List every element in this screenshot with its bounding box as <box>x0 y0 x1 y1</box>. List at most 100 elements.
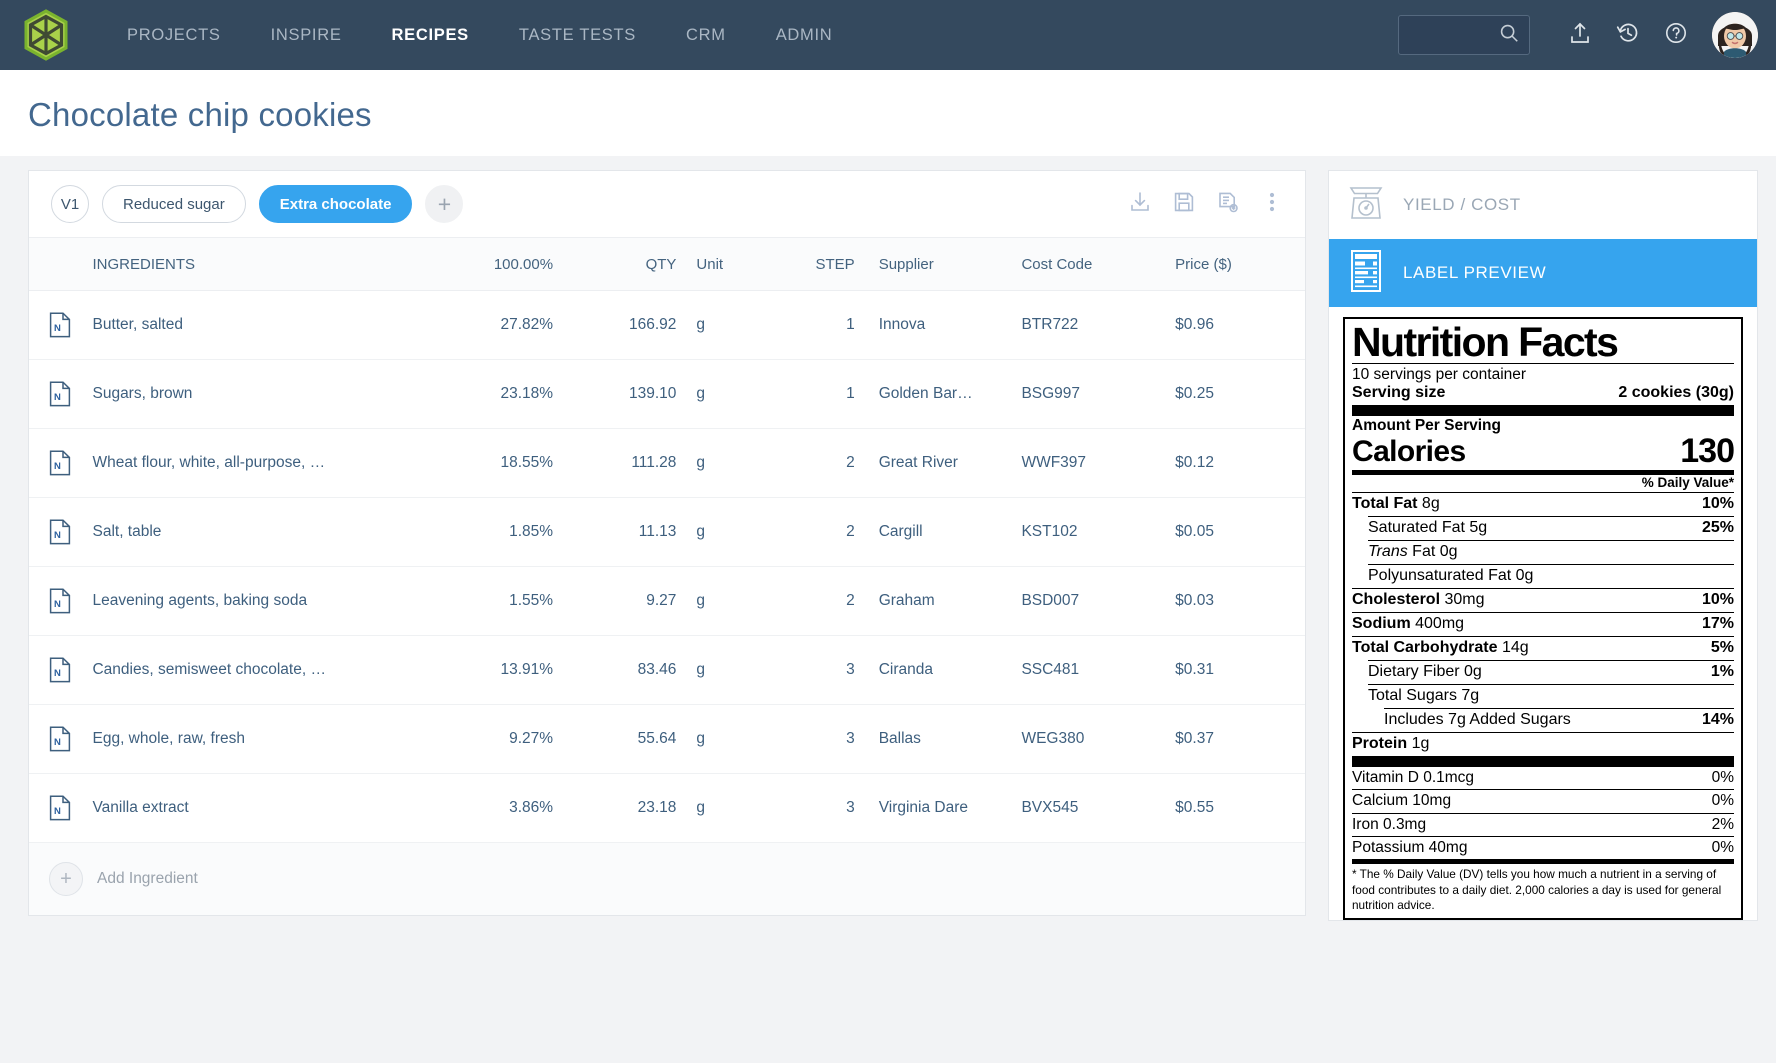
cell-price[interactable]: $0.03 <box>1173 566 1305 636</box>
nutrition-doc-icon-cell[interactable]: N <box>29 497 91 567</box>
nav-item-projects[interactable]: PROJECTS <box>102 0 246 70</box>
save-button[interactable] <box>1171 191 1197 217</box>
cell-cost-code[interactable]: BSG997 <box>1019 359 1174 429</box>
nutrition-doc-icon-cell[interactable]: N <box>29 359 91 429</box>
table-row[interactable]: N Candies, semisweet chocolate, … 13.91%… <box>29 635 1305 705</box>
cell-cost-code[interactable]: BSD007 <box>1019 566 1174 636</box>
cell-qty[interactable]: 166.92 <box>567 290 695 360</box>
cell-supplier[interactable]: Golden Bar… <box>876 359 1020 429</box>
cell-price[interactable]: $0.12 <box>1173 428 1305 498</box>
avatar[interactable] <box>1712 12 1758 58</box>
nutrition-doc-icon-cell[interactable]: N <box>29 290 91 360</box>
cell-unit[interactable]: g <box>694 290 783 360</box>
col-supplier[interactable]: Supplier <box>876 237 1020 291</box>
cell-ingredient[interactable]: Sugars, brown <box>90 359 431 429</box>
cell-unit[interactable]: g <box>694 497 783 567</box>
nav-item-crm[interactable]: CRM <box>661 0 751 70</box>
cell-cost-code[interactable]: BVX545 <box>1019 773 1174 843</box>
cell-cost-code[interactable]: BTR722 <box>1019 290 1174 360</box>
cell-ingredient[interactable]: Egg, whole, raw, fresh <box>90 704 431 774</box>
cell-price[interactable]: $0.25 <box>1173 359 1305 429</box>
cell-step[interactable]: 1 <box>782 290 877 360</box>
cell-qty[interactable]: 9.27 <box>567 566 695 636</box>
nutrition-doc-icon-cell[interactable]: N <box>29 704 91 774</box>
cell-price[interactable]: $0.31 <box>1173 635 1305 705</box>
col-percent[interactable]: 100.00% <box>430 237 568 291</box>
cell-percent[interactable]: 1.55% <box>430 566 568 636</box>
version-tab-reduced-sugar[interactable]: Reduced sugar <box>102 185 246 223</box>
table-row[interactable]: N Salt, table 1.85% 11.13 g 2 Cargill KS… <box>29 497 1305 567</box>
table-row[interactable]: N Egg, whole, raw, fresh 9.27% 55.64 g 3… <box>29 704 1305 774</box>
cell-qty[interactable]: 111.28 <box>567 428 695 498</box>
cell-supplier[interactable]: Innova <box>876 290 1020 360</box>
col-cost-code[interactable]: Cost Code <box>1019 237 1174 291</box>
nav-item-recipes[interactable]: RECIPES <box>367 0 494 70</box>
download-button[interactable] <box>1127 191 1153 217</box>
cell-ingredient[interactable]: Salt, table <box>90 497 431 567</box>
table-row[interactable]: N Vanilla extract 3.86% 23.18 g 3 Virgin… <box>29 773 1305 843</box>
cell-supplier[interactable]: Great River <box>876 428 1020 498</box>
cell-percent[interactable]: 9.27% <box>430 704 568 774</box>
table-row[interactable]: N Sugars, brown 23.18% 139.10 g 1 Golden… <box>29 359 1305 429</box>
cell-ingredient[interactable]: Butter, salted <box>90 290 431 360</box>
add-version-button[interactable]: + <box>425 185 464 223</box>
cell-supplier[interactable]: Graham <box>876 566 1020 636</box>
col-ingredients[interactable]: INGREDIENTS <box>90 237 431 291</box>
cell-step[interactable]: 1 <box>782 359 877 429</box>
cell-percent[interactable]: 13.91% <box>430 635 568 705</box>
nav-item-inspire[interactable]: INSPIRE <box>246 0 367 70</box>
cell-qty[interactable]: 11.13 <box>567 497 695 567</box>
cell-supplier[interactable]: Cargill <box>876 497 1020 567</box>
nav-item-admin[interactable]: ADMIN <box>751 0 858 70</box>
cell-ingredient[interactable]: Leavening agents, baking soda <box>90 566 431 636</box>
cell-cost-code[interactable]: SSC481 <box>1019 635 1174 705</box>
cell-unit[interactable]: g <box>694 635 783 705</box>
cell-ingredient[interactable]: Wheat flour, white, all-purpose, … <box>90 428 431 498</box>
cell-supplier[interactable]: Virginia Dare <box>876 773 1020 843</box>
cell-step[interactable]: 2 <box>782 428 877 498</box>
upload-button[interactable] <box>1556 11 1604 59</box>
cell-step[interactable]: 3 <box>782 635 877 705</box>
cell-qty[interactable]: 139.10 <box>567 359 695 429</box>
cell-percent[interactable]: 1.85% <box>430 497 568 567</box>
cell-ingredient[interactable]: Vanilla extract <box>90 773 431 843</box>
nutrition-doc-icon-cell[interactable]: N <box>29 566 91 636</box>
hexagon-spokes-logo[interactable] <box>18 7 74 63</box>
cell-unit[interactable]: g <box>694 428 783 498</box>
cell-cost-code[interactable]: KST102 <box>1019 497 1174 567</box>
nutrition-doc-icon-cell[interactable]: N <box>29 635 91 705</box>
col-qty[interactable]: QTY <box>567 237 695 291</box>
cell-supplier[interactable]: Ciranda <box>876 635 1020 705</box>
cell-supplier[interactable]: Ballas <box>876 704 1020 774</box>
cell-unit[interactable]: g <box>694 359 783 429</box>
cell-cost-code[interactable]: WWF397 <box>1019 428 1174 498</box>
search-input[interactable] <box>1398 15 1530 55</box>
cell-qty[interactable]: 23.18 <box>567 773 695 843</box>
col-price[interactable]: Price ($) <box>1173 237 1305 291</box>
cell-step[interactable]: 3 <box>782 704 877 774</box>
history-button[interactable] <box>1604 11 1652 59</box>
panel-tab-yield-cost[interactable]: YIELD / COST <box>1329 171 1757 239</box>
cell-qty[interactable]: 55.64 <box>567 704 695 774</box>
add-ingredient-row[interactable]: + Add Ingredient <box>29 843 1305 915</box>
save-as-button[interactable] <box>1215 191 1241 217</box>
cell-price[interactable]: $0.96 <box>1173 290 1305 360</box>
cell-price[interactable]: $0.05 <box>1173 497 1305 567</box>
cell-cost-code[interactable]: WEG380 <box>1019 704 1174 774</box>
version-tab-extra-chocolate[interactable]: Extra chocolate <box>258 185 413 223</box>
version-tab-v1[interactable]: V1 <box>51 185 89 223</box>
more-options-button[interactable] <box>1259 191 1285 217</box>
table-row[interactable]: N Butter, salted 27.82% 166.92 g 1 Innov… <box>29 290 1305 360</box>
panel-tab-label-preview[interactable]: LABEL PREVIEW <box>1329 239 1757 307</box>
cell-step[interactable]: 2 <box>782 497 877 567</box>
cell-step[interactable]: 2 <box>782 566 877 636</box>
cell-percent[interactable]: 18.55% <box>430 428 568 498</box>
cell-ingredient[interactable]: Candies, semisweet chocolate, … <box>90 635 431 705</box>
table-row[interactable]: N Leavening agents, baking soda 1.55% 9.… <box>29 566 1305 636</box>
cell-unit[interactable]: g <box>694 704 783 774</box>
col-unit[interactable]: Unit <box>694 237 783 291</box>
nutrition-doc-icon-cell[interactable]: N <box>29 773 91 843</box>
cell-qty[interactable]: 83.46 <box>567 635 695 705</box>
cell-percent[interactable]: 3.86% <box>430 773 568 843</box>
nutrition-doc-icon-cell[interactable]: N <box>29 428 91 498</box>
